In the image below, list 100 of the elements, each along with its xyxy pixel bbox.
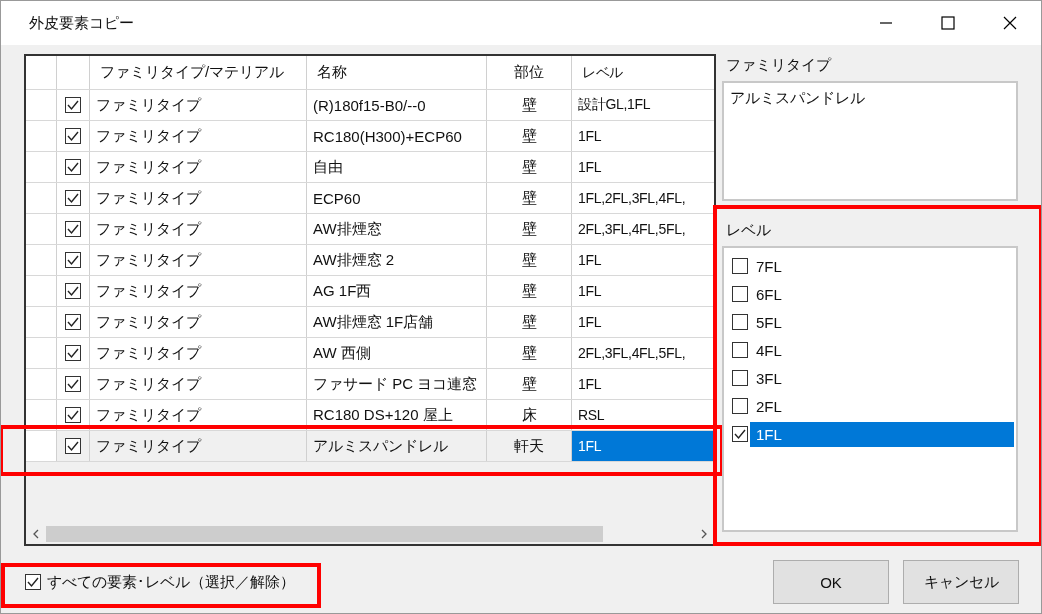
table-cell-text: 1FL — [577, 375, 603, 394]
table-cell: ファミリタイプ — [90, 276, 307, 306]
table-row[interactable]: ファミリタイプ AW排煙窓 1F店舗 壁 1FL — [26, 307, 714, 338]
table-cell-text: 1FL — [577, 158, 603, 177]
column-header[interactable]: ファミリタイプ/マテリアル — [90, 56, 307, 89]
level-item[interactable]: 7FL — [750, 253, 1014, 279]
level-label: レベル — [725, 220, 772, 240]
table-cell: ファサード PC ヨコ連窓 — [307, 369, 487, 399]
family-type-field[interactable]: アルミスパンドレル — [722, 81, 1018, 201]
row-checkbox[interactable] — [65, 283, 81, 299]
table-cell: 床 — [487, 400, 572, 430]
table-cell: アルミスパンドレル — [307, 431, 487, 461]
level-checkbox[interactable] — [732, 342, 748, 358]
row-checkbox[interactable] — [65, 97, 81, 113]
level-item[interactable]: 4FL — [750, 337, 1014, 363]
table-cell: AW 西側 — [307, 338, 487, 368]
table-cell-text: RSL — [577, 406, 606, 425]
table-cell: ファミリタイプ — [90, 431, 307, 461]
table-cell-text: 1FL — [577, 282, 603, 301]
level-checkbox[interactable] — [732, 314, 748, 330]
select-all-checkbox[interactable] — [25, 574, 41, 590]
table-cell: ファミリタイプ — [90, 307, 307, 337]
table-row[interactable]: ファミリタイプ AW排煙窓 2 壁 1FL — [26, 245, 714, 276]
table-cell-text: 1FL,2FL,3FL,4FL, — [577, 189, 687, 208]
table-cell-text: 設計GL,1FL — [577, 95, 652, 114]
table-cell: ファミリタイプ — [90, 245, 307, 275]
level-checkbox[interactable] — [732, 258, 748, 274]
row-checkbox[interactable] — [65, 128, 81, 144]
table-cell: AW排煙窓 — [307, 214, 487, 244]
row-checkbox[interactable] — [65, 252, 81, 268]
row-checkbox[interactable] — [65, 438, 81, 454]
table-cell: 壁 — [487, 90, 572, 120]
table-cell: AG 1F西 — [307, 276, 487, 306]
table-row[interactable]: ファミリタイプ アルミスパンドレル 軒天 1FL — [26, 431, 714, 462]
row-checkbox[interactable] — [65, 345, 81, 361]
table-cell: ファミリタイプ — [90, 369, 307, 399]
level-item[interactable]: 2FL — [750, 393, 1014, 419]
table-cell: ファミリタイプ — [90, 183, 307, 213]
table-cell: 壁 — [487, 121, 572, 151]
table-cell: 壁 — [487, 369, 572, 399]
table-cell: 1FL — [572, 431, 714, 461]
table-row[interactable]: ファミリタイプ AW排煙窓 壁 2FL,3FL,4FL,5FL, — [26, 214, 714, 245]
table-cell-text: 1FL — [577, 313, 603, 332]
table-cell: RC180(H300)+ECP60 — [307, 121, 487, 151]
table-cell: 壁 — [487, 307, 572, 337]
table-row[interactable]: ファミリタイプ (R)180f15-B0/--0 壁 設計GL,1FL — [26, 90, 714, 121]
table-cell: 壁 — [487, 276, 572, 306]
table-cell: ファミリタイプ — [90, 338, 307, 368]
table-cell-text: 2FL,3FL,4FL,5FL, — [577, 344, 687, 363]
level-item[interactable]: 1FL — [750, 421, 1014, 447]
level-item[interactable]: 6FL — [750, 281, 1014, 307]
table-cell: 壁 — [487, 338, 572, 368]
table-row[interactable]: ファミリタイプ ECP60 壁 1FL,2FL,3FL,4FL, — [26, 183, 714, 214]
table-cell: ファミリタイプ — [90, 400, 307, 430]
table-cell: 壁 — [487, 152, 572, 182]
level-checkbox[interactable] — [732, 370, 748, 386]
family-type-label: ファミリタイプ — [725, 55, 833, 75]
table-row[interactable]: ファミリタイプ 自由 壁 1FL — [26, 152, 714, 183]
table-cell-text: 1FL — [577, 251, 603, 270]
select-all-label: すべての要素･レベル（選択／解除） — [47, 572, 295, 592]
column-header[interactable]: 部位 — [487, 56, 572, 89]
table-cell: ECP60 — [307, 183, 487, 213]
table-cell: ファミリタイプ — [90, 152, 307, 182]
row-checkbox[interactable] — [65, 221, 81, 237]
maximize-icon[interactable] — [941, 16, 955, 30]
row-checkbox[interactable] — [65, 376, 81, 392]
table-cell: ファミリタイプ — [90, 214, 307, 244]
table-cell: 自由 — [307, 152, 487, 182]
level-checkbox[interactable] — [732, 286, 748, 302]
table-row[interactable]: ファミリタイプ AG 1F西 壁 1FL — [26, 276, 714, 307]
table-row[interactable]: ファミリタイプ RC180(H300)+ECP60 壁 1FL — [26, 121, 714, 152]
table-cell-text: 1FL — [577, 127, 603, 146]
table-row[interactable]: ファミリタイプ AW 西側 壁 2FL,3FL,4FL,5FL, — [26, 338, 714, 369]
scroll-left-icon[interactable] — [32, 529, 40, 539]
close-icon[interactable] — [1003, 16, 1017, 30]
table-cell: 壁 — [487, 214, 572, 244]
window-title: 外皮要素コピー — [29, 13, 134, 33]
level-item[interactable]: 3FL — [750, 365, 1014, 391]
row-checkbox[interactable] — [65, 314, 81, 330]
level-checkbox[interactable] — [732, 426, 748, 442]
table-cell: ファミリタイプ — [90, 90, 307, 120]
table-cell: (R)180f15-B0/--0 — [307, 90, 487, 120]
cancel-button[interactable]: キャンセル — [903, 560, 1019, 604]
table-cell: ファミリタイプ — [90, 121, 307, 151]
column-header[interactable]: 名称 — [307, 56, 487, 89]
ok-button[interactable]: OK — [773, 560, 889, 604]
table-cell: 壁 — [487, 183, 572, 213]
table-row[interactable]: ファミリタイプ ファサード PC ヨコ連窓 壁 1FL — [26, 369, 714, 400]
table-cell: RC180 DS+120 屋上 — [307, 400, 487, 430]
table-cell: AW排煙窓 2 — [307, 245, 487, 275]
table-cell-text: 2FL,3FL,4FL,5FL, — [577, 220, 687, 239]
row-checkbox[interactable] — [65, 159, 81, 175]
table-cell: 壁 — [487, 245, 572, 275]
table-cell: AW排煙窓 1F店舗 — [307, 307, 487, 337]
scroll-right-icon[interactable] — [700, 529, 708, 539]
column-header[interactable]: レベル — [572, 56, 714, 89]
level-checkbox[interactable] — [732, 398, 748, 414]
row-checkbox[interactable] — [65, 190, 81, 206]
row-checkbox[interactable] — [65, 407, 81, 423]
level-item[interactable]: 5FL — [750, 309, 1014, 335]
